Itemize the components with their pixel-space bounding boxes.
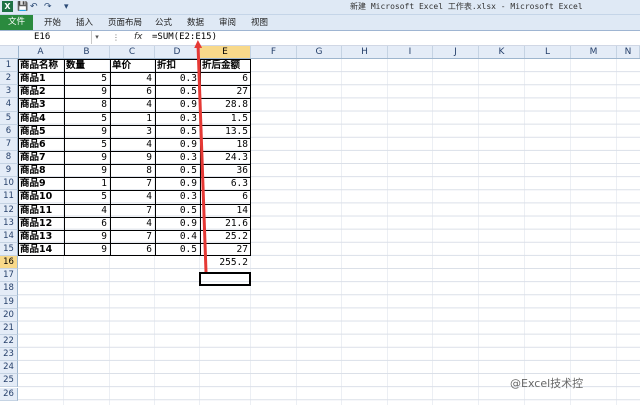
annotation-arrow: [194, 40, 208, 273]
watermark: @Excel技术控: [510, 377, 584, 390]
